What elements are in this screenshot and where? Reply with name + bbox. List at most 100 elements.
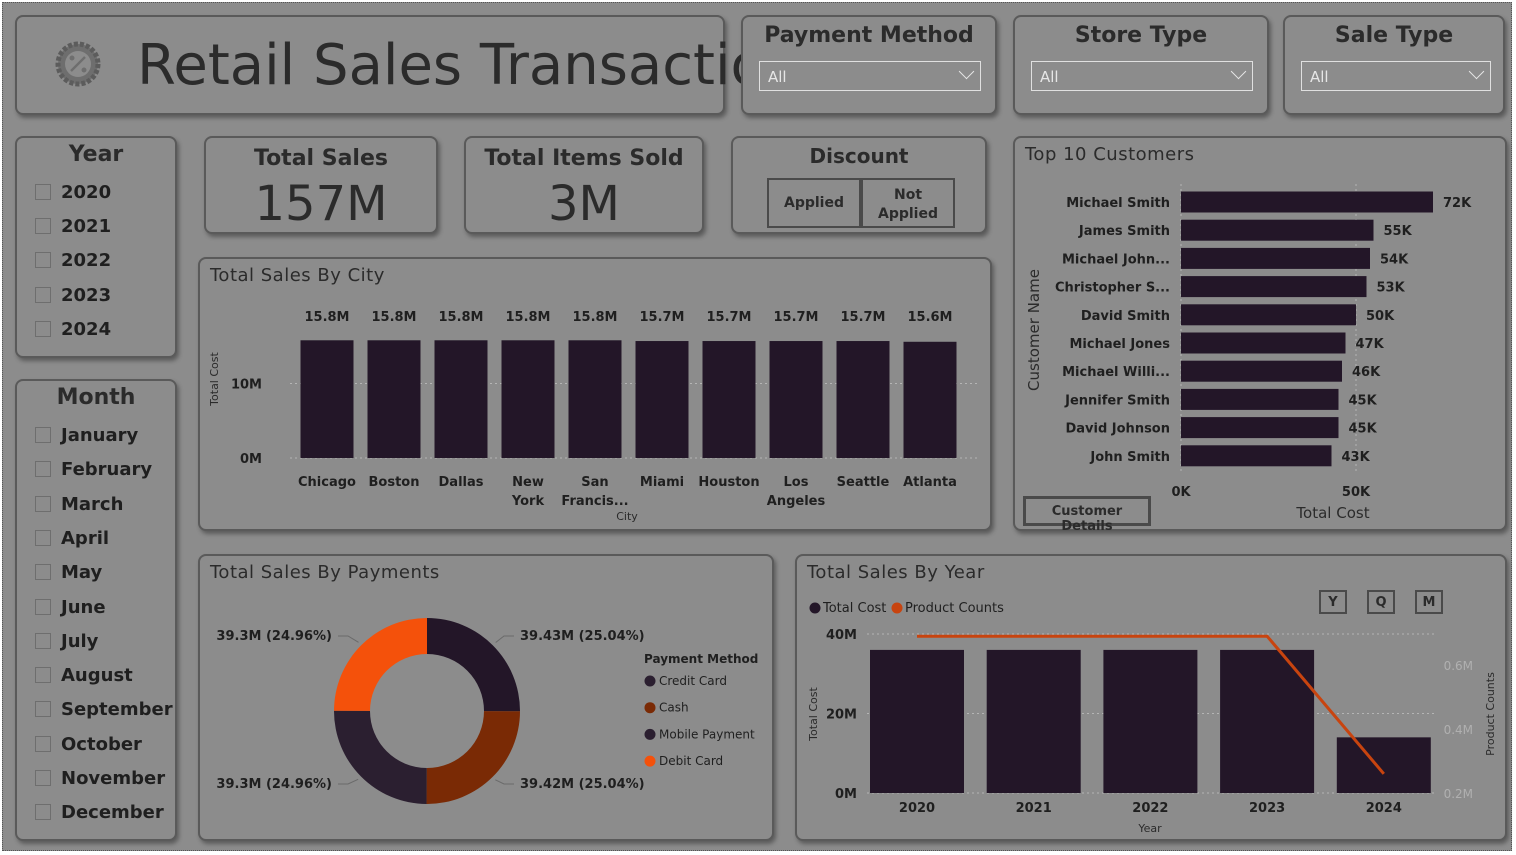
y2-tick-label: 0.6M [1444,659,1473,673]
month-option[interactable]: November [35,768,165,789]
checkbox[interactable] [35,529,51,546]
data-label: 39.42M (25.04%) [520,777,645,792]
data-label: 15.8M [371,310,416,325]
y-tick-label: 40M [826,628,857,643]
data-label: 47K [1356,337,1385,352]
bar [501,340,555,458]
year-combo-chart: Total Cost Product Counts 0M 20M 40M 0.2M 0.4M… [807,601,1497,835]
year-option[interactable]: 2022 [35,250,111,271]
bar [1220,649,1315,793]
month-option[interactable]: February [35,459,152,480]
top-customers-card: Top 10 Customers 0K 50K Total Cost Customer… [1013,136,1507,534]
customer-details-button[interactable]: Customer Details [1023,496,1151,534]
store-type-dropdown[interactable]: All [1031,61,1253,91]
checkbox[interactable] [35,218,51,234]
data-label: 50K [1366,309,1395,324]
checkbox[interactable] [35,184,51,200]
discount-applied-button[interactable]: Applied [767,178,861,228]
month-option[interactable]: January [35,425,138,446]
donut-slice [333,710,427,804]
checkbox[interactable] [35,598,51,615]
bar [836,341,890,458]
sale-type-dropdown[interactable]: All [1301,61,1491,91]
data-label: 53K [1377,281,1406,296]
filter-label: Store Type [1074,23,1208,48]
bar [870,649,964,793]
bar [1181,332,1346,354]
checkbox[interactable] [35,701,51,718]
option-label: February [61,459,153,481]
y-tick-label: Michael Willi... [1062,365,1170,380]
checkbox[interactable] [35,461,51,478]
legend-marker [809,602,821,614]
data-label: 39.3M (24.96%) [216,629,332,644]
checkbox[interactable] [35,804,51,821]
y-axis-label: Customer Name [1025,269,1043,391]
month-option[interactable]: August [35,665,133,686]
legend-label: Product Counts [905,601,1004,616]
leader-line [495,779,514,785]
data-label: 15.7M [706,310,751,325]
x-tick-label: 50K [1342,485,1371,500]
year-option[interactable]: 2020 [35,182,111,203]
customers-bar-chart: 0K 50K Total Cost Customer Name Michael Smit… [1025,184,1472,522]
legend-marker [644,755,656,767]
bar [1181,191,1433,213]
month-option[interactable]: September [35,699,173,720]
data-label: 72K [1443,196,1472,211]
month-option[interactable]: March [35,494,123,515]
kpi-value: 157M [254,176,388,232]
legend-marker [644,675,656,687]
payments-donut-chart: 39.43M (25.04%) 39.42M (25.04%) 39.3M (24.… [216,618,758,804]
month-option[interactable]: April [35,528,109,549]
checkbox[interactable] [35,495,51,512]
checkbox[interactable] [35,321,51,337]
city-bar-chart: 0M 10M Total Cost 15.8M Chicago 15.8M Boston 15… [208,310,980,523]
discount-not-applied-button[interactable]: Not Applied [861,178,955,228]
checkbox[interactable] [35,564,51,581]
x-tick-label: 2020 [899,801,935,816]
year-slicer: Year 2020 2021 2022 2023 2024 [15,136,177,358]
data-label: 15.7M [639,310,684,325]
year-option[interactable]: 2021 [35,216,111,237]
checkbox[interactable] [35,667,51,684]
legend-marker [644,728,656,740]
month-option[interactable]: May [35,562,102,583]
checkbox[interactable] [35,632,51,649]
checkbox[interactable] [35,735,51,752]
month-option[interactable]: December [35,802,164,823]
leader-line [495,635,514,643]
dropdown-value: All [768,68,787,86]
option-label: May [61,562,103,584]
legend-label: Debit Card [659,754,723,768]
slicer-title: Month [56,385,136,410]
total-items-card: Total Items Sold 3M [464,136,704,234]
month-option[interactable]: June [35,597,106,618]
option-label: March [61,493,124,515]
dropdown-value: All [1040,68,1059,86]
checkbox[interactable] [35,252,51,268]
bar [1181,276,1367,298]
leader-line [338,635,359,643]
donut-slice [334,618,427,711]
data-label: 15.8M [572,310,617,325]
month-option[interactable]: July [35,631,98,652]
x-tick-label: New York [511,475,545,509]
filter-label: Payment Method [764,23,974,48]
y-tick-label: David Smith [1081,309,1170,324]
legend-label: Credit Card [659,674,727,688]
checkbox[interactable] [35,287,51,303]
checkbox[interactable] [35,770,51,786]
bar [1181,247,1370,269]
bar [1181,304,1356,326]
page-title: Retail Sales Transaction [137,33,801,98]
year-option[interactable]: 2024 [35,319,111,340]
month-option[interactable]: October [35,734,142,755]
chevron-down-icon [1230,63,1247,80]
year-option[interactable]: 2023 [35,285,111,306]
y-tick-label: 0M [240,452,262,467]
payment-method-dropdown[interactable]: All [759,61,981,91]
data-label: 39.43M (25.04%) [520,629,645,644]
checkbox[interactable] [35,427,51,443]
kpi-value: 3M [548,176,620,232]
